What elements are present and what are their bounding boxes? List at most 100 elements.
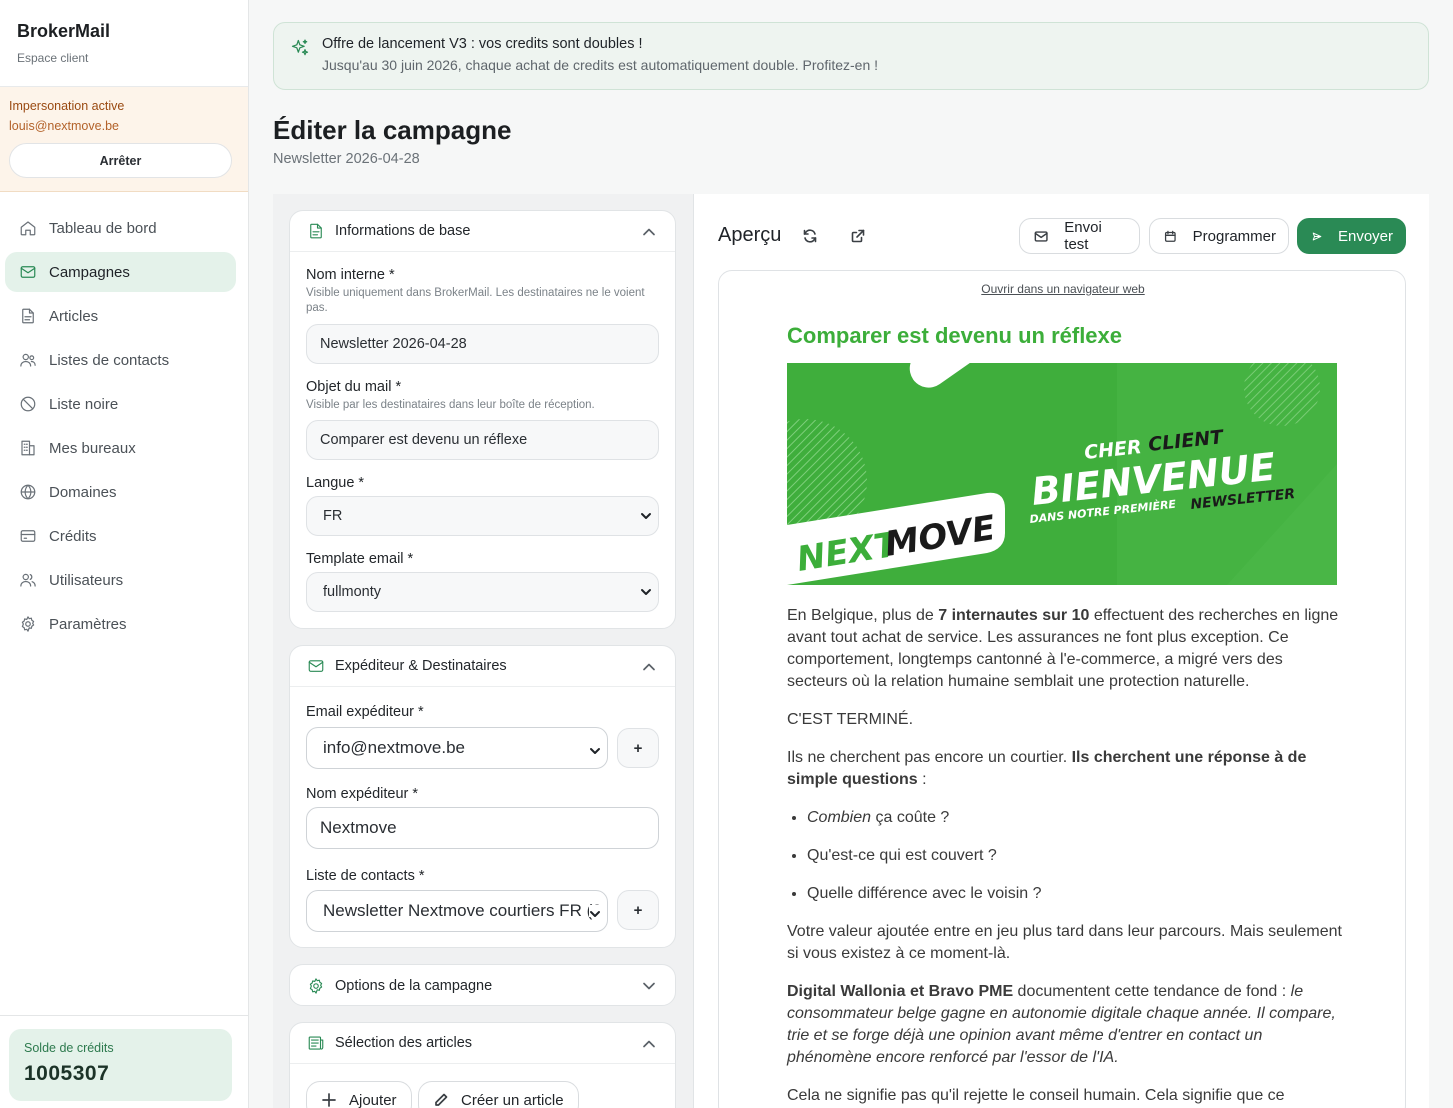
sidebar-item-label: Tableau de bord bbox=[49, 219, 157, 237]
subject-input[interactable]: Comparer est devenu un réflexe bbox=[306, 420, 659, 460]
globe-icon bbox=[18, 482, 38, 502]
stop-impersonation-button[interactable]: Arrêter bbox=[9, 143, 232, 178]
articles-card: Sélection des articles Ajouter Créer un … bbox=[289, 1022, 676, 1108]
sidebar-item-dashboard[interactable]: Tableau de bord bbox=[5, 208, 236, 248]
campaign-editor: Informations de base Nom interne * Visib… bbox=[273, 194, 693, 1108]
chevron-up-icon[interactable] bbox=[641, 1036, 657, 1052]
preview-panel: Aperçu Envoi test Programmer Envoyer Ouv… bbox=[693, 194, 1429, 1108]
sidebar-item-settings[interactable]: Paramètres bbox=[5, 604, 236, 644]
chevron-up-icon[interactable] bbox=[641, 659, 657, 675]
sidebar-nav: Tableau de bord Campagnes Articles Liste… bbox=[5, 208, 236, 648]
email-paragraph-5: Digital Wallonia et Bravo PME documenten… bbox=[787, 981, 1343, 1069]
text-run: ça coûte ? bbox=[871, 809, 950, 826]
brand-subtitle: Espace client bbox=[17, 51, 89, 65]
sender-email-label: Email expéditeur * bbox=[306, 704, 424, 720]
impersonation-title: Impersonation active bbox=[9, 99, 125, 113]
sidebar-item-users[interactable]: Utilisateurs bbox=[5, 560, 236, 600]
sidebar-item-offices[interactable]: Mes bureaux bbox=[5, 428, 236, 468]
sender-email-select[interactable]: info@nextmove.be bbox=[306, 727, 608, 769]
email-paragraph-3: Ils ne cherchent pas encore un courtier.… bbox=[787, 747, 1343, 791]
brand-name: BrokerMail bbox=[17, 21, 111, 41]
add-contact-list-button[interactable]: + bbox=[617, 890, 659, 930]
contact-list-value: Newsletter Nextmove courtiers FR (2 bbox=[323, 901, 602, 920]
hero-graphic: NEXT MOVE CHER CLIENT BIENVENUE DANS NOT… bbox=[787, 363, 1337, 585]
email-paragraph-4: Votre valeur ajoutée entre en jeu plus t… bbox=[787, 923, 1342, 962]
calendar-icon bbox=[1164, 230, 1176, 242]
language-select[interactable]: FR bbox=[306, 496, 659, 536]
credit-card-icon bbox=[18, 526, 38, 546]
sender-name-label: Nom expéditeur * bbox=[306, 786, 419, 802]
sidebar-item-label: Crédits bbox=[49, 527, 97, 545]
contact-list-field: Liste de contacts * bbox=[306, 868, 659, 884]
chevron-up-icon[interactable] bbox=[641, 224, 657, 240]
building-icon bbox=[18, 438, 38, 458]
sender-card: Expéditeur & Destinataires Email expédit… bbox=[289, 645, 676, 948]
template-select[interactable]: fullmonty bbox=[306, 572, 659, 612]
text-run-italic: Combien bbox=[807, 809, 872, 826]
sidebar-item-blacklist[interactable]: Liste noire bbox=[5, 384, 236, 424]
sender-title: Expéditeur & Destinataires bbox=[335, 658, 507, 674]
list-item: Combien ça coûte ? bbox=[807, 807, 1343, 829]
chevron-down-icon bbox=[640, 586, 652, 598]
options-header[interactable]: Options de la campagne bbox=[290, 965, 675, 1006]
chevron-down-icon[interactable] bbox=[641, 978, 657, 994]
gear-icon bbox=[18, 614, 38, 634]
list-item: Qu'est-ce qui est couvert ? bbox=[807, 845, 1343, 867]
ban-icon bbox=[18, 394, 38, 414]
email-body: En Belgique, plus de 7 internautes sur 1… bbox=[787, 605, 1343, 1108]
text-run: documentent cette tendance de fond : bbox=[1013, 983, 1291, 1000]
email-hero-image: NEXT MOVE CHER CLIENT BIENVENUE DANS NOT… bbox=[787, 363, 1337, 585]
add-article-label: Ajouter bbox=[349, 1091, 397, 1108]
sender-name-input[interactable]: Nextmove bbox=[306, 807, 659, 849]
subject-hint: Visible par les destinataires dans leur … bbox=[306, 399, 595, 411]
email-paragraph-1: En Belgique, plus de 7 internautes sur 1… bbox=[787, 605, 1343, 693]
template-value: fullmonty bbox=[323, 584, 382, 600]
external-link-icon[interactable] bbox=[850, 228, 866, 244]
document-icon bbox=[307, 222, 325, 240]
sparkles-icon bbox=[290, 38, 310, 58]
subject-field: Objet du mail * Visible par les destinat… bbox=[306, 379, 659, 460]
schedule-button[interactable]: Programmer bbox=[1149, 218, 1289, 254]
sidebar-footer: Solde de crédits 1005307 bbox=[0, 1015, 248, 1108]
send-button[interactable]: Envoyer bbox=[1297, 218, 1406, 254]
subject-label: Objet du mail * bbox=[306, 379, 402, 395]
sender-name-field: Nom expéditeur * Nextmove bbox=[306, 786, 659, 849]
options-title: Options de la campagne bbox=[335, 977, 493, 994]
internal-name-label: Nom interne * bbox=[306, 267, 395, 283]
sidebar-item-label: Listes de contacts bbox=[49, 351, 170, 369]
gear-icon bbox=[307, 977, 325, 995]
template-field: Template email * fullmonty bbox=[306, 551, 659, 612]
preview-title: Aperçu bbox=[718, 224, 782, 246]
articles-header[interactable]: Sélection des articles bbox=[290, 1023, 675, 1064]
chevron-down-icon bbox=[589, 905, 601, 917]
newspaper-icon bbox=[307, 1034, 325, 1052]
internal-name-hint: Visible uniquement dans BrokerMail. Les … bbox=[306, 287, 645, 314]
email-bullet-list: Combien ça coûte ? Qu'est-ce qui est cou… bbox=[807, 807, 1343, 905]
refresh-icon[interactable] bbox=[802, 228, 818, 244]
send-test-button[interactable]: Envoi test bbox=[1019, 218, 1140, 254]
sidebar-item-campaigns[interactable]: Campagnes bbox=[5, 252, 236, 292]
add-sender-button[interactable]: + bbox=[617, 728, 659, 768]
create-article-button[interactable]: Créer un article bbox=[418, 1081, 579, 1108]
articles-title: Sélection des articles bbox=[335, 1035, 473, 1051]
create-article-label: Créer un article bbox=[461, 1091, 564, 1108]
sidebar-item-credits[interactable]: Crédits bbox=[5, 516, 236, 556]
sidebar-item-articles[interactable]: Articles bbox=[5, 296, 236, 336]
credits-balance: Solde de crédits 1005307 bbox=[9, 1029, 232, 1101]
text-run-bold: 7 internautes sur 10 bbox=[938, 607, 1090, 624]
mail-icon bbox=[307, 657, 325, 675]
sender-header[interactable]: Expéditeur & Destinataires bbox=[290, 646, 675, 687]
user-group-icon bbox=[18, 570, 38, 590]
open-in-browser-link[interactable]: Ouvrir dans un navigateur web bbox=[719, 282, 1405, 296]
sidebar-item-contact-lists[interactable]: Listes de contacts bbox=[5, 340, 236, 380]
promo-banner: Offre de lancement V3 : vos credits sont… bbox=[273, 22, 1429, 90]
schedule-label: Programmer bbox=[1192, 227, 1276, 245]
sidebar-item-domains[interactable]: Domaines bbox=[5, 472, 236, 512]
basic-info-header[interactable]: Informations de base bbox=[290, 211, 675, 252]
contact-list-select[interactable]: Newsletter Nextmove courtiers FR (2 bbox=[306, 890, 608, 932]
options-card: Options de la campagne bbox=[289, 964, 676, 1006]
internal-name-input[interactable]: Newsletter 2026-04-28 bbox=[306, 324, 659, 364]
send-label: Envoyer bbox=[1337, 227, 1393, 245]
add-article-button[interactable]: Ajouter bbox=[306, 1081, 412, 1108]
document-icon bbox=[18, 306, 38, 326]
